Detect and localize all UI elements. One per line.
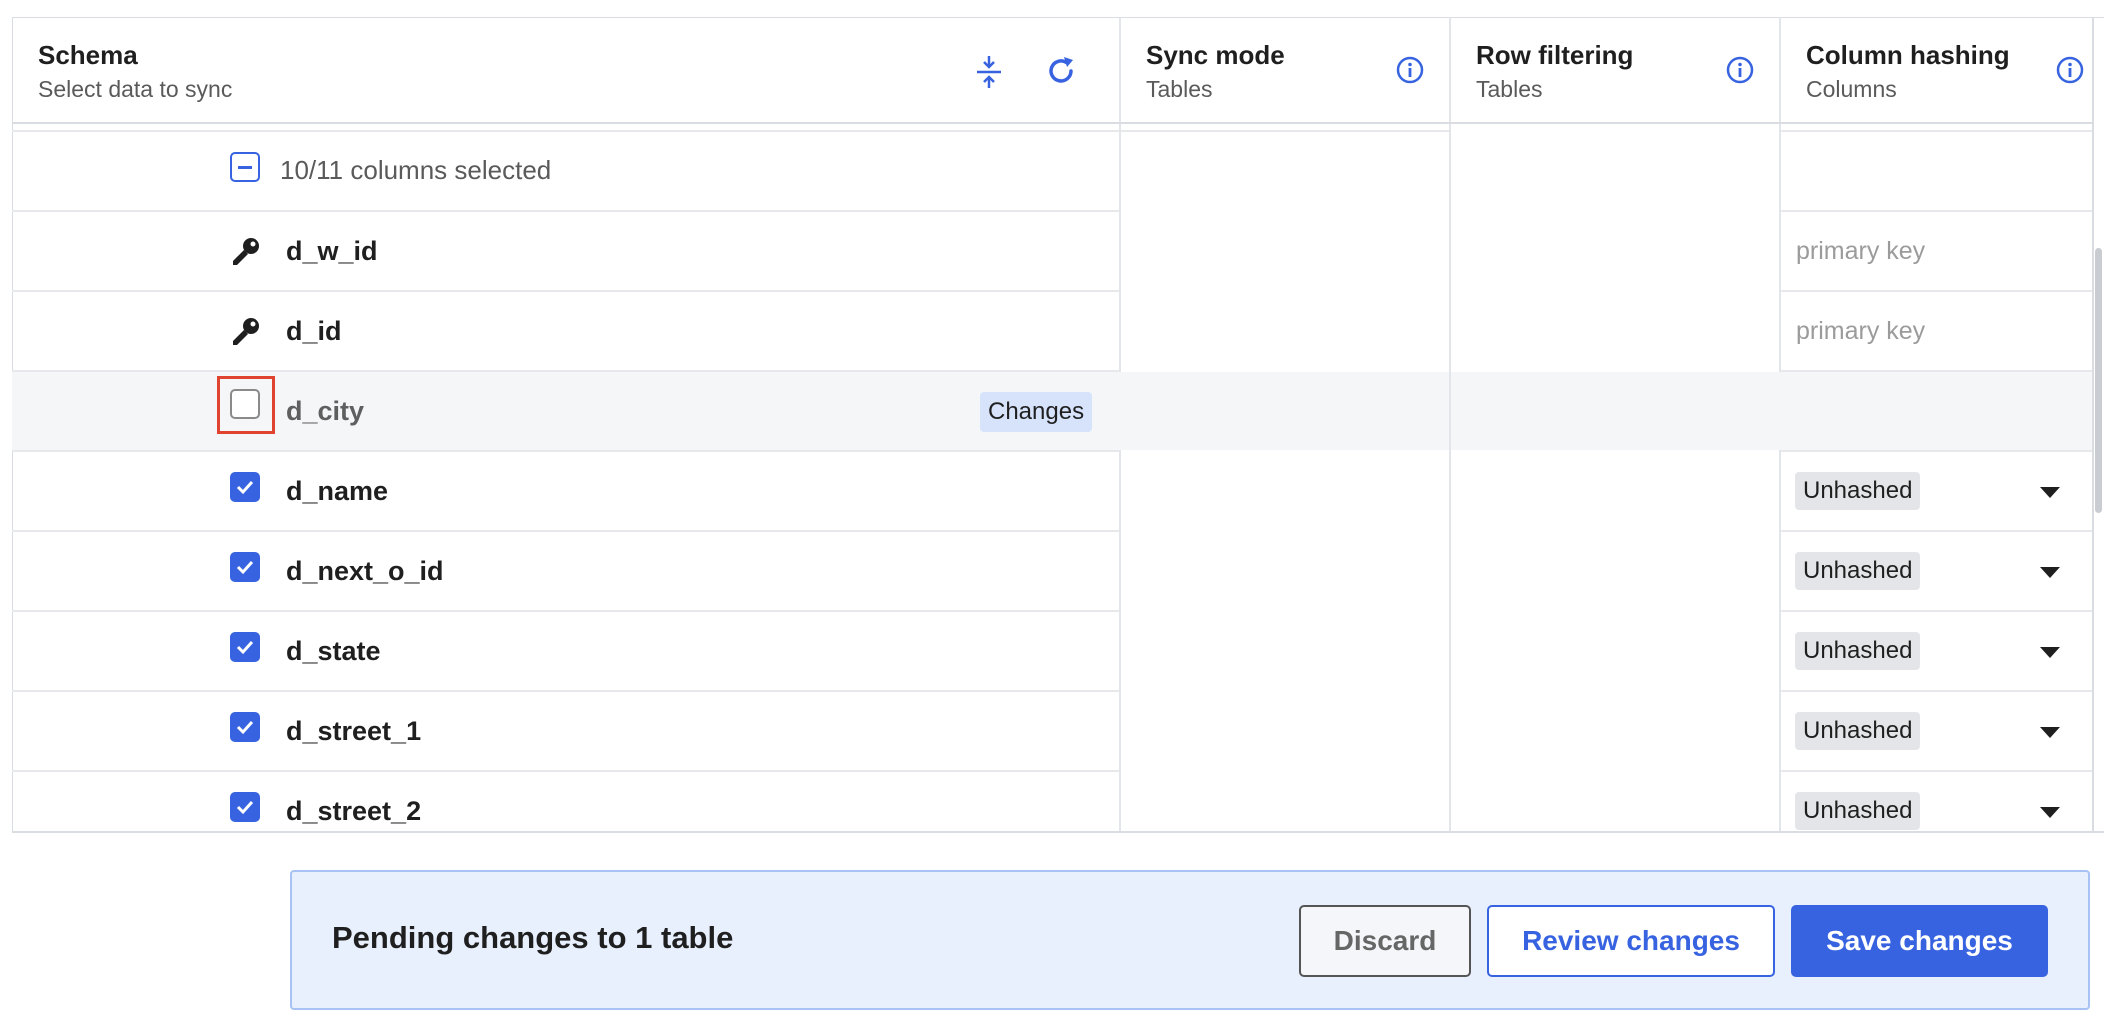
- row-divider: [12, 690, 1119, 692]
- row-divider: [1781, 530, 2092, 532]
- row-divider: [1781, 770, 2092, 772]
- row-divider: [1781, 690, 2092, 692]
- sync-mode-header-title: Sync mode: [1146, 40, 1285, 70]
- row-filtering-header-title: Row filtering: [1476, 40, 1634, 70]
- row-divider: [12, 290, 1119, 292]
- chevron-down-icon[interactable]: [2040, 567, 2060, 578]
- column-checkbox[interactable]: [230, 472, 260, 502]
- key-icon: [230, 316, 262, 348]
- chevron-down-icon[interactable]: [2040, 727, 2060, 738]
- row-divider: [1781, 290, 2092, 292]
- column-hashing-header-title: Column hashing: [1806, 40, 2010, 70]
- hashing-select[interactable]: Unhashed: [1795, 632, 1921, 670]
- row-divider: [12, 210, 1119, 212]
- column-checkbox[interactable]: [230, 552, 260, 582]
- column-name: d_street_1: [286, 716, 422, 746]
- schema-header-subtitle: Select data to sync: [38, 76, 233, 102]
- info-icon[interactable]: [1726, 56, 1754, 84]
- column-hashing-header-subtitle: Columns: [1806, 76, 1897, 102]
- column-name: d_id: [286, 316, 342, 346]
- info-icon[interactable]: [2056, 56, 2084, 84]
- row-divider: [1781, 210, 2092, 212]
- column-checkbox[interactable]: [230, 712, 260, 742]
- collapse-all-icon[interactable]: [974, 54, 1004, 90]
- review-changes-button[interactable]: Review changes: [1487, 905, 1775, 977]
- sync-mode-header-subtitle: Tables: [1146, 76, 1213, 102]
- save-changes-button[interactable]: Save changes: [1791, 905, 2048, 977]
- table-bottom-border: [12, 831, 2104, 833]
- header-divider: [1781, 130, 2092, 132]
- hashing-select[interactable]: Unhashed: [1795, 792, 1921, 830]
- primary-key-label: primary key: [1796, 237, 1926, 265]
- columns-selected-label: 10/11 columns selected: [280, 155, 552, 185]
- column-checkbox[interactable]: [230, 792, 260, 822]
- pending-changes-bar: Pending changes to 1 table Discard Revie…: [290, 870, 2090, 1010]
- hashing-select[interactable]: Unhashed: [1795, 552, 1921, 590]
- column-name: d_street_2: [286, 796, 422, 826]
- hashing-select[interactable]: Unhashed: [1795, 712, 1921, 750]
- discard-button[interactable]: Discard: [1299, 905, 1471, 977]
- chevron-down-icon[interactable]: [2040, 807, 2060, 818]
- partial-select-checkbox[interactable]: [230, 152, 260, 182]
- row-divider: [1781, 610, 2092, 612]
- chevron-down-icon[interactable]: [2040, 647, 2060, 658]
- divider: [2092, 17, 2094, 833]
- header-divider: [12, 130, 1119, 132]
- row-divider: [12, 450, 1119, 452]
- pending-changes-message: Pending changes to 1 table: [332, 920, 734, 955]
- header-divider: [1121, 130, 1449, 132]
- chevron-down-icon[interactable]: [2040, 487, 2060, 498]
- row-divider: [1781, 450, 2092, 452]
- hashing-select[interactable]: Unhashed: [1795, 472, 1921, 510]
- row-divider: [12, 770, 1119, 772]
- column-name: d_city: [286, 396, 365, 426]
- row-filtering-header-subtitle: Tables: [1476, 76, 1543, 102]
- scrollbar[interactable]: [2095, 248, 2102, 513]
- info-icon[interactable]: [1396, 56, 1424, 84]
- column-name: d_w_id: [286, 236, 378, 266]
- column-name: d_next_o_id: [286, 556, 444, 586]
- header-divider: [12, 122, 2092, 124]
- row-divider: [12, 530, 1119, 532]
- table-row-highlight: [1451, 372, 2092, 450]
- column-checkbox[interactable]: [230, 632, 260, 662]
- column-checkbox[interactable]: [230, 389, 260, 419]
- key-icon: [230, 236, 262, 268]
- refresh-icon[interactable]: [1044, 54, 1078, 88]
- column-name: d_name: [286, 476, 389, 506]
- row-divider: [12, 610, 1119, 612]
- schema-header-title: Schema: [38, 40, 138, 70]
- primary-key-label: primary key: [1796, 317, 1926, 345]
- column-name: d_state: [286, 636, 381, 666]
- changes-badge: Changes: [980, 392, 1093, 432]
